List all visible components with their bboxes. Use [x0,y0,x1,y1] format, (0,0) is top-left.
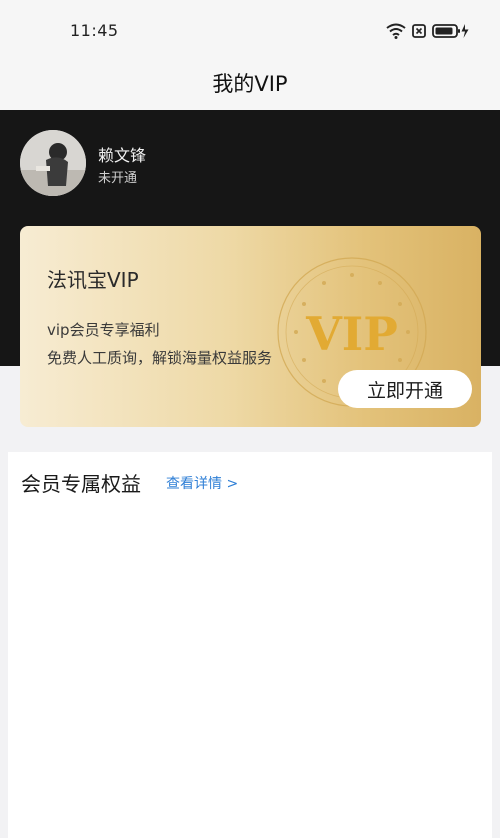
open-vip-button[interactable]: 立即开通 [338,370,472,408]
member-benefits-section: 会员专属权益 查看详情 > [8,452,492,838]
status-icons [386,21,470,41]
vip-card-subtitle: vip会员专享福利 [47,321,160,339]
status-bar: 11:45 [0,0,500,58]
view-details-link[interactable]: 查看详情 > [166,473,238,493]
vip-card: 法讯宝VIP vip会员专享福利 免费人工质询，解锁海量权益服务 VIP 立即开… [20,226,481,427]
status-time: 11:45 [70,21,119,40]
avatar-image [20,130,86,196]
user-name: 赖文锋 [98,146,147,165]
vip-card-description: 免费人工质询，解锁海量权益服务 [47,349,273,367]
vip-card-title: 法讯宝VIP [47,268,139,292]
sim-off-icon [412,24,426,38]
avatar[interactable] [20,130,86,196]
wifi-icon [386,23,406,39]
vip-seal-text: VIP [305,307,398,361]
nav-bar: 我的VIP [0,58,500,110]
page-title: 我的VIP [212,72,288,96]
membership-status: 未开通 [98,171,138,186]
benefits-title: 会员专属权益 [21,472,141,496]
battery-charging-icon [432,24,469,38]
